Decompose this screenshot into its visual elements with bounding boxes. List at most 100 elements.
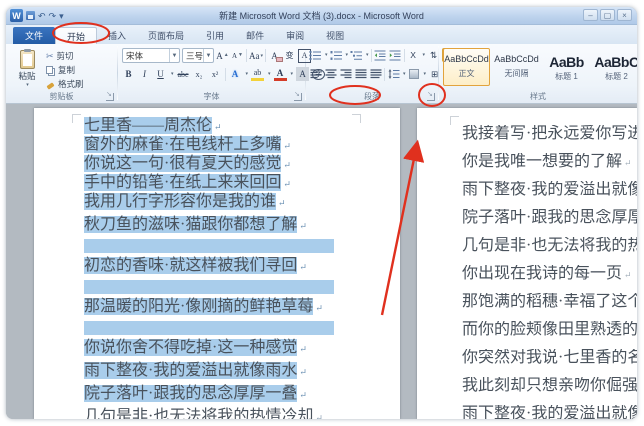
font-dialog-launcher[interactable] [294, 93, 302, 101]
format-painter-button[interactable]: 格式刷 [46, 77, 84, 91]
strikethrough-button[interactable]: abc [177, 67, 190, 81]
font-name-combo[interactable]: 宋体 ▼ [122, 48, 180, 63]
selected-text[interactable]: 秋刀鱼的滋味·猫跟你都想了解 [84, 216, 297, 233]
asian-layout-icon[interactable]: X [407, 48, 420, 62]
copy-button[interactable]: 复制 [46, 63, 84, 77]
text-line[interactable]: 雨下整夜·我的爱溢出就像雨 [462, 405, 637, 419]
paragraph[interactable]: 那温暖的阳光·像刚摘的鲜艳草莓 [84, 298, 392, 317]
line-spacing-icon[interactable] [387, 67, 400, 81]
clipboard-dialog-launcher[interactable] [106, 93, 114, 101]
selected-blank-paragraph[interactable] [84, 239, 334, 253]
align-right-icon[interactable] [339, 67, 352, 81]
text-line[interactable]: 你出现在我诗的每一页 [462, 265, 637, 284]
text-line[interactable]: 秋刀鱼的滋味·猫跟你都想了解 [84, 216, 392, 235]
clear-formatting-icon[interactable]: A [268, 49, 281, 63]
italic-button[interactable]: I [138, 67, 151, 81]
text-line[interactable]: 那饱满的稻穗·幸福了这个季 [462, 293, 637, 312]
selected-text[interactable]: 你说你舍不得吃掉·这一种感觉 [84, 339, 297, 356]
multilevel-list-icon[interactable] [350, 48, 363, 62]
selected-text[interactable]: 你说这一句·很有夏天的感觉 [84, 155, 281, 172]
tab-视图[interactable]: 视图 [315, 27, 355, 44]
change-case-button[interactable]: Aa▾ [249, 49, 263, 63]
bullets-icon[interactable] [309, 48, 322, 62]
text-line[interactable]: 七里香——周杰伦 [84, 117, 392, 136]
selected-text[interactable]: 雨下整夜·我的爱溢出就像雨水 [84, 362, 297, 379]
tab-引用[interactable]: 引用 [195, 27, 235, 44]
superscript-button[interactable]: x² [209, 67, 222, 81]
underline-button[interactable]: U [154, 67, 167, 81]
text-line[interactable]: 你说你舍不得吃掉·这一种感觉 [84, 339, 392, 358]
grow-font-button[interactable]: A▲ [216, 49, 229, 63]
style-card-正文[interactable]: AaBbCcDd正文 [443, 48, 490, 86]
chevron-down-icon[interactable]: ▼ [169, 49, 179, 62]
tab-file[interactable]: 文件 [13, 27, 55, 44]
tab-插入[interactable]: 插入 [97, 27, 137, 44]
text-line[interactable]: 我接着写·把永远爱你写进诗 [462, 125, 637, 144]
text-line[interactable]: 那温暖的阳光·像刚摘的鲜艳草莓 [84, 298, 392, 317]
tab-审阅[interactable]: 审阅 [275, 27, 315, 44]
tab-开始[interactable]: 开始 [55, 27, 97, 44]
font-size-combo[interactable]: 三号 ▼ [182, 48, 214, 63]
chevron-down-icon[interactable]: ▼ [203, 49, 213, 62]
paragraph[interactable]: 七里香——周杰伦窗外的麻雀·在电线杆上多嘴你说这一句·很有夏天的感觉手中的铅笔·… [84, 117, 392, 212]
decrease-indent-icon[interactable] [374, 48, 387, 62]
selected-text[interactable]: 那温暖的阳光·像刚摘的鲜艳草莓 [84, 298, 313, 315]
maximize-button[interactable]: ▢ [600, 9, 615, 21]
paragraph[interactable]: 几句是非·也无法将我的热情冷却 [84, 408, 392, 419]
close-button[interactable]: × [617, 9, 632, 21]
shading-icon[interactable] [408, 67, 421, 81]
text-line[interactable]: 而你的脸颊像田里熟透的蕃 [462, 321, 637, 340]
text-line[interactable]: 雨下整夜·我的爱溢出就像雨水 [84, 362, 392, 381]
selected-blank-paragraph[interactable] [84, 280, 334, 294]
tab-页面布局[interactable]: 页面布局 [137, 27, 195, 44]
selected-blank-paragraph[interactable] [84, 321, 334, 335]
text-line[interactable]: 我用几行字形容你是我的谁 [84, 193, 392, 212]
text-effects-icon[interactable]: A [229, 67, 242, 81]
phonetic-guide-icon[interactable]: 变 [283, 49, 296, 63]
paragraph-dialog-launcher[interactable] [427, 93, 435, 101]
paragraph[interactable]: 初恋的香味·就这样被我们寻回 [84, 257, 392, 276]
left-page-text[interactable]: 七里香——周杰伦窗外的麻雀·在电线杆上多嘴你说这一句·很有夏天的感觉手中的铅笔·… [84, 117, 392, 419]
selected-text[interactable]: 初恋的香味·就这样被我们寻回 [84, 257, 297, 274]
numbering-icon[interactable] [330, 48, 343, 62]
selected-text[interactable]: 窗外的麻雀·在电线杆上多嘴 [84, 136, 281, 153]
align-left-icon[interactable] [309, 67, 322, 81]
subscript-button[interactable]: x₂ [193, 67, 206, 81]
text-line[interactable]: 几句是非·也无法将我的热情 [462, 237, 637, 256]
paste-dropdown-icon[interactable]: ▾ [13, 82, 42, 88]
page-right[interactable]: 我接着写·把永远爱你写进诗你是我唯一想要的了解雨下整夜·我的爱溢出就像雨院子落叶… [417, 108, 637, 419]
font-color-icon[interactable]: A [274, 67, 287, 81]
paragraph[interactable]: 你说你舍不得吃掉·这一种感觉 [84, 339, 392, 358]
tab-邮件[interactable]: 邮件 [235, 27, 275, 44]
text-line[interactable]: 几句是非·也无法将我的热情冷却 [84, 408, 392, 419]
page-left[interactable]: 七里香——周杰伦窗外的麻雀·在电线杆上多嘴你说这一句·很有夏天的感觉手中的铅笔·… [34, 108, 400, 419]
text[interactable]: 几句是非·也无法将我的热情冷却 [84, 408, 313, 419]
text-highlight-icon[interactable]: ab [251, 67, 264, 81]
minimize-button[interactable]: – [583, 9, 598, 21]
paragraph[interactable]: 雨下整夜·我的爱溢出就像雨水 [84, 362, 392, 381]
text-line[interactable]: 手中的铅笔·在纸上来来回回 [84, 174, 392, 193]
text-line[interactable]: 窗外的麻雀·在电线杆上多嘴 [84, 136, 392, 155]
paragraph[interactable]: 院子落叶·跟我的思念厚厚一叠 [84, 385, 392, 404]
distribute-icon[interactable] [369, 67, 382, 81]
bold-button[interactable]: B [122, 67, 135, 81]
style-card-标题 2[interactable]: AaBbC标题 2 [593, 48, 637, 86]
text-line[interactable]: 院子落叶·跟我的思念厚厚一 [462, 209, 637, 228]
selected-text[interactable]: 手中的铅笔·在纸上来来回回 [84, 174, 281, 191]
style-card-标题 1[interactable]: AaBb标题 1 [543, 48, 590, 86]
text-line[interactable]: 初恋的香味·就这样被我们寻回 [84, 257, 392, 276]
paste-button[interactable]: 粘贴 ▾ [11, 48, 43, 92]
selected-text[interactable]: 院子落叶·跟我的思念厚厚一叠 [84, 385, 297, 402]
text-line[interactable]: 雨下整夜·我的爱溢出就像雨 [462, 181, 637, 200]
text-line[interactable]: 你突然对我说·七里香的名字 [462, 349, 637, 368]
cut-button[interactable]: ✂ 剪切 [46, 49, 84, 63]
paragraph[interactable]: 秋刀鱼的滋味·猫跟你都想了解 [84, 216, 392, 235]
text-line[interactable]: 你是我唯一想要的了解 [462, 153, 637, 172]
text-line[interactable]: 院子落叶·跟我的思念厚厚一叠 [84, 385, 392, 404]
style-card-无间隔[interactable]: AaBbCcDd无间隔 [493, 48, 540, 86]
right-page-text[interactable]: 我接着写·把永远爱你写进诗你是我唯一想要的了解雨下整夜·我的爱溢出就像雨院子落叶… [462, 125, 637, 419]
text-line[interactable]: 我此刻却只想亲吻你倔强的 [462, 377, 637, 396]
text-line[interactable]: 你说这一句·很有夏天的感觉 [84, 155, 392, 174]
selected-text[interactable]: 七里香——周杰伦 [84, 117, 212, 134]
selected-text[interactable]: 我用几行字形容你是我的谁 [84, 193, 276, 210]
